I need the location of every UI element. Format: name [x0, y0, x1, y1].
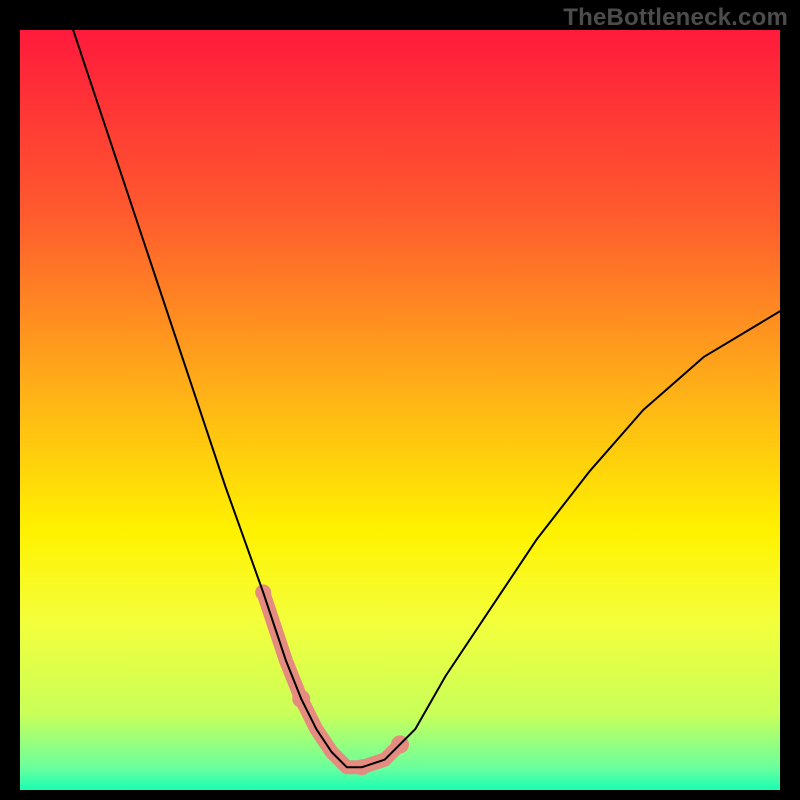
plot-area: [20, 30, 780, 790]
chart-frame: TheBottleneck.com: [0, 0, 800, 800]
chart-svg: [20, 30, 780, 790]
chart-background: [20, 30, 780, 790]
watermark-text: TheBottleneck.com: [563, 4, 788, 32]
